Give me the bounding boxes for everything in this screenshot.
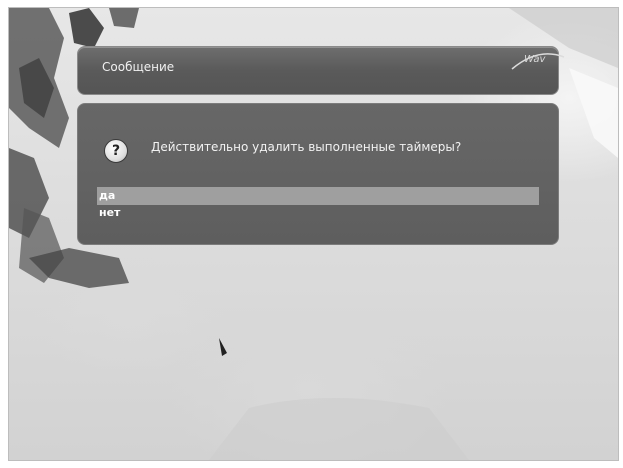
dialog-message: Действительно удалить выполненные таймер… bbox=[151, 140, 462, 154]
confirm-dialog: ? Действительно удалить выполненные тайм… bbox=[77, 103, 559, 245]
option-yes[interactable]: да bbox=[97, 187, 539, 205]
tv-screen: Сообщение Wav ? Действительно удалить вы… bbox=[8, 7, 619, 461]
logo-text: Wav bbox=[524, 54, 546, 65]
channel-logo: Wav bbox=[510, 49, 566, 73]
option-no[interactable]: нет bbox=[97, 204, 539, 222]
question-icon: ? bbox=[104, 139, 128, 163]
window-title: Сообщение bbox=[102, 60, 175, 74]
message-titlebar: Сообщение Wav bbox=[77, 46, 565, 95]
